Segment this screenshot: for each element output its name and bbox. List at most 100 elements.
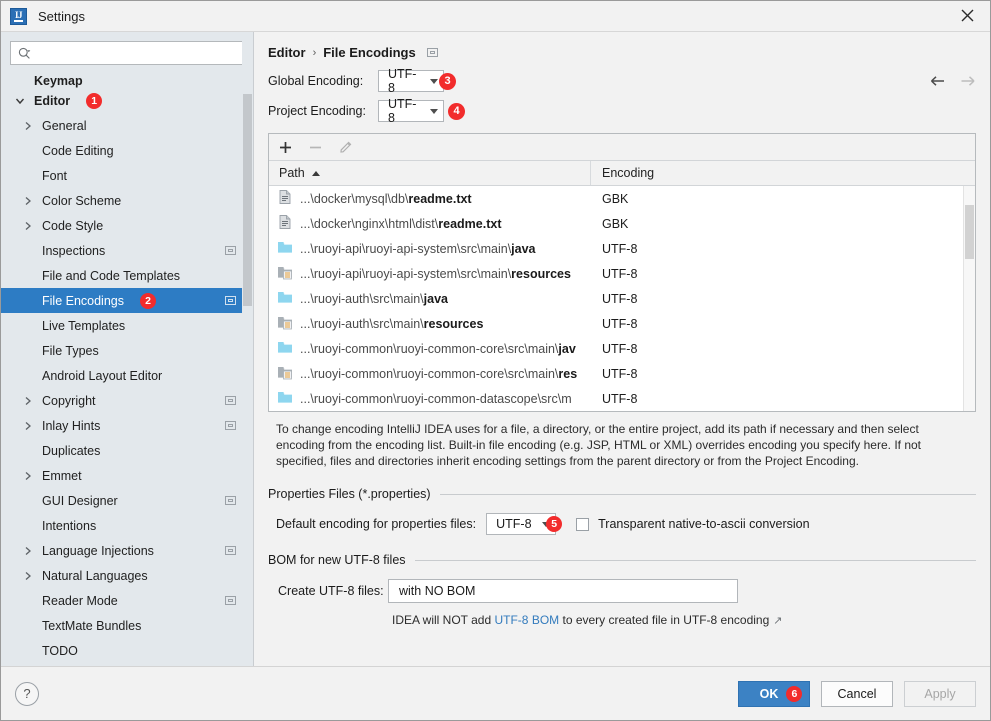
sidebar-item-intentions[interactable]: Intentions bbox=[1, 513, 253, 538]
sidebar-item-code-style[interactable]: Code Style bbox=[1, 213, 253, 238]
table-cell-encoding: UTF-8 bbox=[602, 316, 638, 331]
sidebar-item-label: Code Editing bbox=[42, 143, 114, 158]
sidebar-item-duplicates[interactable]: Duplicates bbox=[1, 438, 253, 463]
global-encoding-select[interactable]: UTF-8 bbox=[378, 67, 444, 95]
column-header-encoding[interactable]: Encoding bbox=[591, 161, 975, 185]
settings-scope-icon bbox=[225, 596, 236, 605]
chevron-right-icon[interactable] bbox=[21, 121, 34, 131]
properties-group-header: Properties Files (*.properties) bbox=[268, 487, 976, 501]
sidebar-item-live-templates[interactable]: Live Templates bbox=[1, 313, 253, 338]
table-row[interactable]: ...\ruoyi-common\ruoyi-common-core\src\m… bbox=[269, 361, 975, 386]
table-row[interactable]: ...\docker\nginx\html\dist\readme.txt GBK bbox=[269, 211, 975, 236]
chevron-right-icon[interactable] bbox=[21, 471, 34, 481]
sidebar-item-inlay-hints[interactable]: Inlay Hints bbox=[1, 413, 253, 438]
chevron-right-icon[interactable] bbox=[21, 221, 34, 231]
apply-button: Apply bbox=[904, 680, 976, 707]
table-cell-encoding: UTF-8 bbox=[602, 241, 638, 256]
table-row[interactable]: ...\ruoyi-auth\src\main\resources UTF-8 bbox=[269, 311, 975, 336]
source-folder-icon bbox=[277, 339, 293, 358]
sidebar-item-reader-mode[interactable]: Reader Mode bbox=[1, 588, 253, 613]
global-encoding-value: UTF-8 bbox=[388, 67, 417, 95]
sidebar-item-label: File Encodings bbox=[42, 293, 124, 308]
sidebar-item-keymap[interactable]: Keymap bbox=[1, 69, 253, 88]
logo-text: IJ bbox=[14, 9, 23, 20]
column-header-path[interactable]: Path bbox=[269, 161, 591, 185]
sidebar-item-textmate-bundles[interactable]: TextMate Bundles bbox=[1, 613, 253, 638]
table-row[interactable]: ...\ruoyi-api\ruoyi-api-system\src\main\… bbox=[269, 236, 975, 261]
sidebar-item-color-scheme[interactable]: Color Scheme bbox=[1, 188, 253, 213]
sidebar-item-label: Code Style bbox=[42, 218, 104, 233]
arrow-right-icon bbox=[960, 74, 976, 93]
table-cell-encoding: UTF-8 bbox=[602, 341, 638, 356]
sidebar-item-android-layout-editor[interactable]: Android Layout Editor bbox=[1, 363, 253, 388]
chevron-right-icon[interactable] bbox=[21, 421, 34, 431]
sidebar-item-todo[interactable]: TODO bbox=[1, 638, 253, 663]
sidebar-item-general[interactable]: General bbox=[1, 113, 253, 138]
window-title: Settings bbox=[38, 8, 85, 24]
transparent-native-to-ascii-checkbox[interactable] bbox=[576, 517, 590, 531]
sidebar-scrollbar-track[interactable] bbox=[242, 32, 253, 666]
sidebar-item-label: Copyright bbox=[42, 393, 96, 408]
help-button[interactable]: ? bbox=[15, 681, 39, 706]
chevron-down-icon[interactable] bbox=[13, 97, 26, 105]
arrow-left-icon[interactable] bbox=[930, 74, 946, 93]
close-icon[interactable] bbox=[944, 1, 990, 30]
create-utf8-value: with NO BOM bbox=[399, 584, 476, 598]
step-badge-5: 5 bbox=[546, 516, 563, 532]
table-row[interactable]: ...\ruoyi-api\ruoyi-api-system\src\main\… bbox=[269, 261, 975, 286]
table-cell-path: ...\ruoyi-api\ruoyi-api-system\src\main\… bbox=[269, 264, 591, 283]
search-box[interactable] bbox=[10, 41, 244, 65]
step-badge-3: 3 bbox=[439, 72, 456, 90]
add-button[interactable] bbox=[277, 139, 294, 156]
table-cell-path: ...\ruoyi-auth\src\main\java bbox=[269, 289, 591, 308]
sidebar-item-file-types[interactable]: File Types bbox=[1, 338, 253, 363]
table-cell-path-text: ...\ruoyi-common\ruoyi-common-core\src\m… bbox=[300, 366, 578, 381]
chevron-right-icon[interactable] bbox=[21, 546, 34, 556]
table-row[interactable]: ...\ruoyi-common\ruoyi-common-core\src\m… bbox=[269, 336, 975, 361]
table-cell-encoding: UTF-8 bbox=[602, 366, 638, 381]
sidebar-item-language-injections[interactable]: Language Injections bbox=[1, 538, 253, 563]
properties-encoding-label: Default encoding for properties files: bbox=[276, 517, 477, 531]
table-row[interactable]: ...\ruoyi-auth\src\main\java UTF-8 bbox=[269, 286, 975, 311]
search-input[interactable] bbox=[31, 46, 243, 60]
properties-group-title: Properties Files (*.properties) bbox=[268, 487, 431, 501]
sidebar-item-emmet[interactable]: Emmet bbox=[1, 463, 253, 488]
breadcrumb-parent[interactable]: Editor bbox=[268, 45, 306, 60]
table-scrollbar-track[interactable] bbox=[963, 186, 975, 411]
chevron-down-icon bbox=[430, 78, 438, 84]
properties-encoding-row: Default encoding for properties files: U… bbox=[276, 513, 990, 535]
project-scope-icon bbox=[426, 48, 438, 57]
sidebar-item-font[interactable]: Font bbox=[1, 163, 253, 188]
sidebar-item-code-editing[interactable]: Code Editing bbox=[1, 138, 253, 163]
table-row[interactable]: ...\ruoyi-common\ruoyi-common-datascope\… bbox=[269, 386, 975, 411]
settings-scope-icon bbox=[225, 246, 236, 255]
settings-tree[interactable]: Keymap Editor 1 General Code Editing Font Colo… bbox=[1, 69, 253, 666]
table-cell-path: ...\ruoyi-auth\src\main\resources bbox=[269, 314, 591, 333]
ok-button-label: OK bbox=[759, 686, 779, 701]
settings-scope-icon bbox=[225, 496, 236, 505]
table-toolbar bbox=[269, 134, 975, 161]
project-encoding-select[interactable]: UTF-8 bbox=[378, 97, 444, 125]
sidebar-item-editor[interactable]: Editor 1 bbox=[1, 88, 253, 113]
table-body[interactable]: ...\docker\mysql\db\readme.txt GBK ...\doc… bbox=[269, 186, 975, 411]
sidebar-scrollbar-thumb[interactable] bbox=[243, 94, 252, 306]
search-area bbox=[1, 32, 253, 69]
create-utf8-select[interactable]: with NO BOM bbox=[388, 579, 738, 603]
sidebar-item-label: Android Layout Editor bbox=[42, 368, 163, 383]
sidebar-item-copyright[interactable]: Copyright bbox=[1, 388, 253, 413]
table-scrollbar-thumb[interactable] bbox=[965, 205, 974, 259]
ok-button[interactable]: OK 6 bbox=[738, 680, 810, 707]
breadcrumb-current: File Encodings bbox=[323, 45, 416, 60]
table-row[interactable]: ...\docker\mysql\db\readme.txt GBK bbox=[269, 186, 975, 211]
sidebar-item-natural-languages[interactable]: Natural Languages bbox=[1, 563, 253, 588]
utf8-bom-link[interactable]: UTF-8 BOM bbox=[494, 613, 559, 627]
table-cell-path: ...\docker\nginx\html\dist\readme.txt bbox=[269, 214, 591, 233]
sidebar-item-file-encodings[interactable]: File Encodings 2 bbox=[1, 288, 253, 313]
cancel-button[interactable]: Cancel bbox=[821, 680, 893, 707]
chevron-right-icon[interactable] bbox=[21, 196, 34, 206]
sidebar-item-gui-designer[interactable]: GUI Designer bbox=[1, 488, 253, 513]
chevron-right-icon[interactable] bbox=[21, 396, 34, 406]
sidebar-item-inspections[interactable]: Inspections bbox=[1, 238, 253, 263]
sidebar-item-file-and-code-templates[interactable]: File and Code Templates bbox=[1, 263, 253, 288]
chevron-right-icon[interactable] bbox=[21, 571, 34, 581]
